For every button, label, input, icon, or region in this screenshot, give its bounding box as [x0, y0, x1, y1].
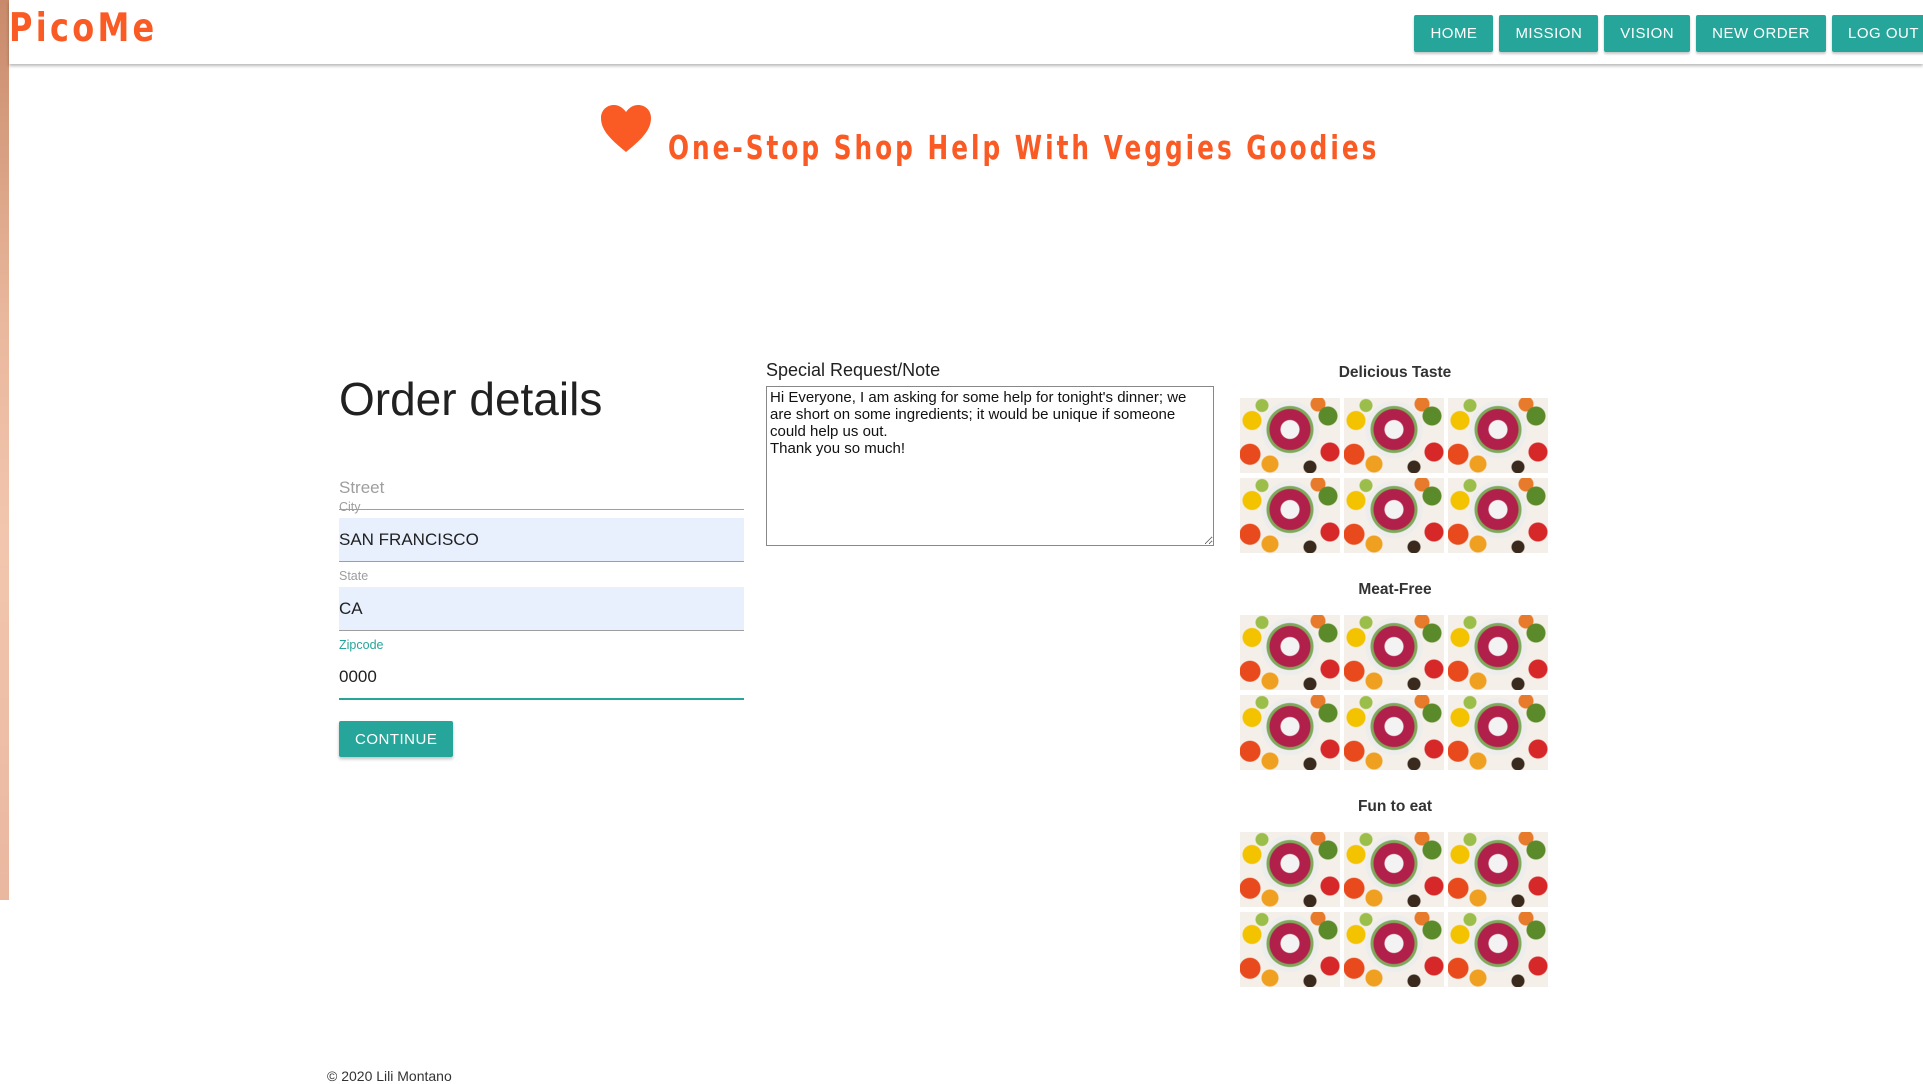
- gallery-section-meat-free: Meat-Free: [1240, 581, 1550, 770]
- veggie-bowl-image: [1240, 478, 1340, 553]
- nav-log-out-button[interactable]: LOG OUT: [1831, 15, 1923, 52]
- gallery-thumbnails: [1240, 615, 1550, 770]
- gallery-section-title: Delicious Taste: [1338, 364, 1452, 381]
- veggie-bowl-image: [1448, 695, 1548, 770]
- continue-button[interactable]: CONTINUE: [339, 721, 454, 757]
- hero-tagline: One-Stop Shop Help With Veggies Goodies: [668, 128, 1380, 167]
- city-field: City: [339, 500, 744, 562]
- veggie-bowl-image: [1344, 912, 1444, 987]
- brand-logo[interactable]: PicoMe: [9, 6, 158, 51]
- state-label: State: [339, 569, 369, 583]
- veggie-bowl-image: [1448, 832, 1548, 907]
- veggie-bowl-image: [1344, 398, 1444, 473]
- gallery-thumbnails: [1240, 832, 1550, 987]
- gallery-thumbnails: [1240, 398, 1550, 553]
- top-navbar: PicoMe HOME MISSION VISION NEW ORDER LOG…: [9, 0, 1923, 64]
- veggie-bowl-image: [1240, 615, 1340, 690]
- veggie-bowl-image: [1344, 832, 1444, 907]
- nav-vision-button[interactable]: VISION: [1604, 15, 1691, 52]
- heart-icon: [601, 105, 651, 152]
- left-edge-strip: [0, 0, 9, 900]
- zipcode-input[interactable]: [339, 656, 744, 700]
- veggie-bowl-image: [1448, 615, 1548, 690]
- veggie-bowl-image: [1240, 832, 1340, 907]
- gallery-section-title: Fun to eat: [1357, 798, 1433, 815]
- city-input[interactable]: [339, 518, 744, 562]
- special-request-textarea[interactable]: Hi Everyone, I am asking for some help f…: [766, 386, 1214, 546]
- state-input[interactable]: [339, 587, 744, 631]
- veggie-bowl-image: [1448, 912, 1548, 987]
- veggie-bowl-image: [1344, 695, 1444, 770]
- veggie-bowl-image: [1448, 398, 1548, 473]
- veggie-bowl-image: [1240, 398, 1340, 473]
- page-footer: © 2020 Lili Montano: [327, 1068, 452, 1084]
- order-details-title: Order details: [339, 373, 603, 425]
- zipcode-label: Zipcode: [339, 638, 384, 652]
- gallery-section-delicious-taste: Delicious Taste: [1240, 364, 1550, 553]
- nav-new-order-button[interactable]: NEW ORDER: [1696, 15, 1826, 52]
- nav-mission-button[interactable]: MISSION: [1499, 15, 1599, 52]
- special-request-label: Special Request/Note: [766, 360, 941, 380]
- veggie-gallery: Delicious Taste Meat-Free Fun to eat: [1240, 364, 1550, 987]
- zipcode-field: Zipcode: [339, 638, 744, 700]
- veggie-bowl-image: [1448, 478, 1548, 553]
- gallery-section-title: Meat-Free: [1358, 581, 1432, 598]
- veggie-bowl-image: [1240, 695, 1340, 770]
- veggie-bowl-image: [1240, 912, 1340, 987]
- street-label: [339, 448, 744, 466]
- main-nav: HOME MISSION VISION NEW ORDER LOG OUT: [1414, 15, 1923, 52]
- nav-home-button[interactable]: HOME: [1414, 15, 1494, 52]
- state-field: State: [339, 569, 744, 631]
- city-label: City: [339, 500, 361, 514]
- veggie-bowl-image: [1344, 615, 1444, 690]
- order-details-form: Order details City State Zipcode CONTINU…: [339, 372, 744, 757]
- gallery-section-fun-to-eat: Fun to eat: [1240, 798, 1550, 987]
- special-request-section: Special Request/Note Hi Everyone, I am a…: [766, 360, 1214, 551]
- veggie-bowl-image: [1344, 478, 1444, 553]
